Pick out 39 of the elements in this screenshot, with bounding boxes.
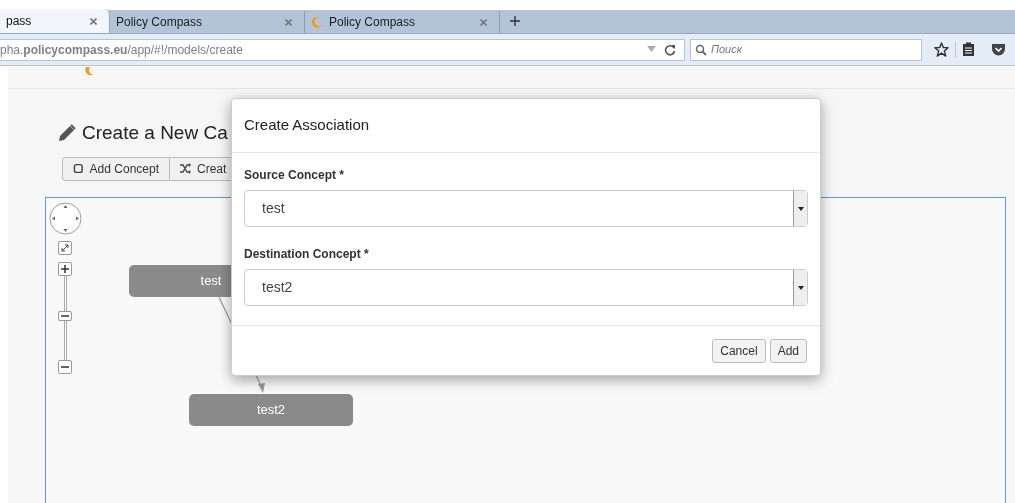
field-label: Source Concept *	[244, 167, 346, 184]
search-placeholder: Поиск	[711, 42, 742, 58]
pencil-icon	[58, 124, 76, 143]
dropdown-button[interactable]	[793, 270, 807, 305]
star-icon[interactable]	[934, 42, 949, 57]
url-text: pha.policycompass.eu/app/#!/models/create	[0, 41, 243, 59]
new-tab-icon[interactable]	[510, 16, 520, 26]
dialog-button[interactable]: Add	[769, 338, 807, 363]
search-icon	[695, 43, 707, 56]
browser-tab[interactable]: pass	[0, 9, 110, 33]
toolbar-button[interactable]: Add Concept	[62, 156, 170, 181]
pan-control[interactable]	[49, 202, 82, 235]
caret-icon	[797, 285, 804, 290]
close-icon[interactable]	[285, 18, 292, 26]
zoom-out-button[interactable]	[58, 360, 72, 374]
page-heading: Create a New Ca	[82, 121, 228, 145]
dropdown-button[interactable]	[793, 191, 807, 226]
fit-button[interactable]	[58, 241, 72, 255]
zoom-slider-handle[interactable]	[58, 311, 72, 321]
select-field[interactable]: test2	[244, 269, 808, 306]
address-field[interactable]: pha.policycompass.eu/app/#!/models/create	[0, 38, 685, 61]
minus-icon	[61, 315, 69, 317]
clipboard-icon[interactable]	[962, 42, 975, 57]
plus-icon	[61, 265, 69, 273]
select-field[interactable]: test	[244, 190, 808, 227]
close-icon[interactable]	[480, 18, 487, 26]
field-label: Destination Concept *	[244, 246, 370, 263]
expand-icon	[61, 244, 69, 252]
square-icon	[73, 163, 84, 174]
search-field[interactable]: Поиск	[690, 38, 922, 61]
minus-icon	[61, 366, 69, 368]
dialog-title: Create Association	[244, 115, 370, 136]
reload-icon[interactable]	[664, 43, 676, 56]
dialog-button[interactable]: Cancel	[712, 338, 766, 363]
zoom-in-button[interactable]	[58, 262, 72, 276]
caret-icon	[797, 206, 804, 211]
shuffle-icon	[180, 163, 191, 174]
close-icon[interactable]	[90, 17, 97, 25]
pocket-icon[interactable]	[991, 43, 1006, 56]
